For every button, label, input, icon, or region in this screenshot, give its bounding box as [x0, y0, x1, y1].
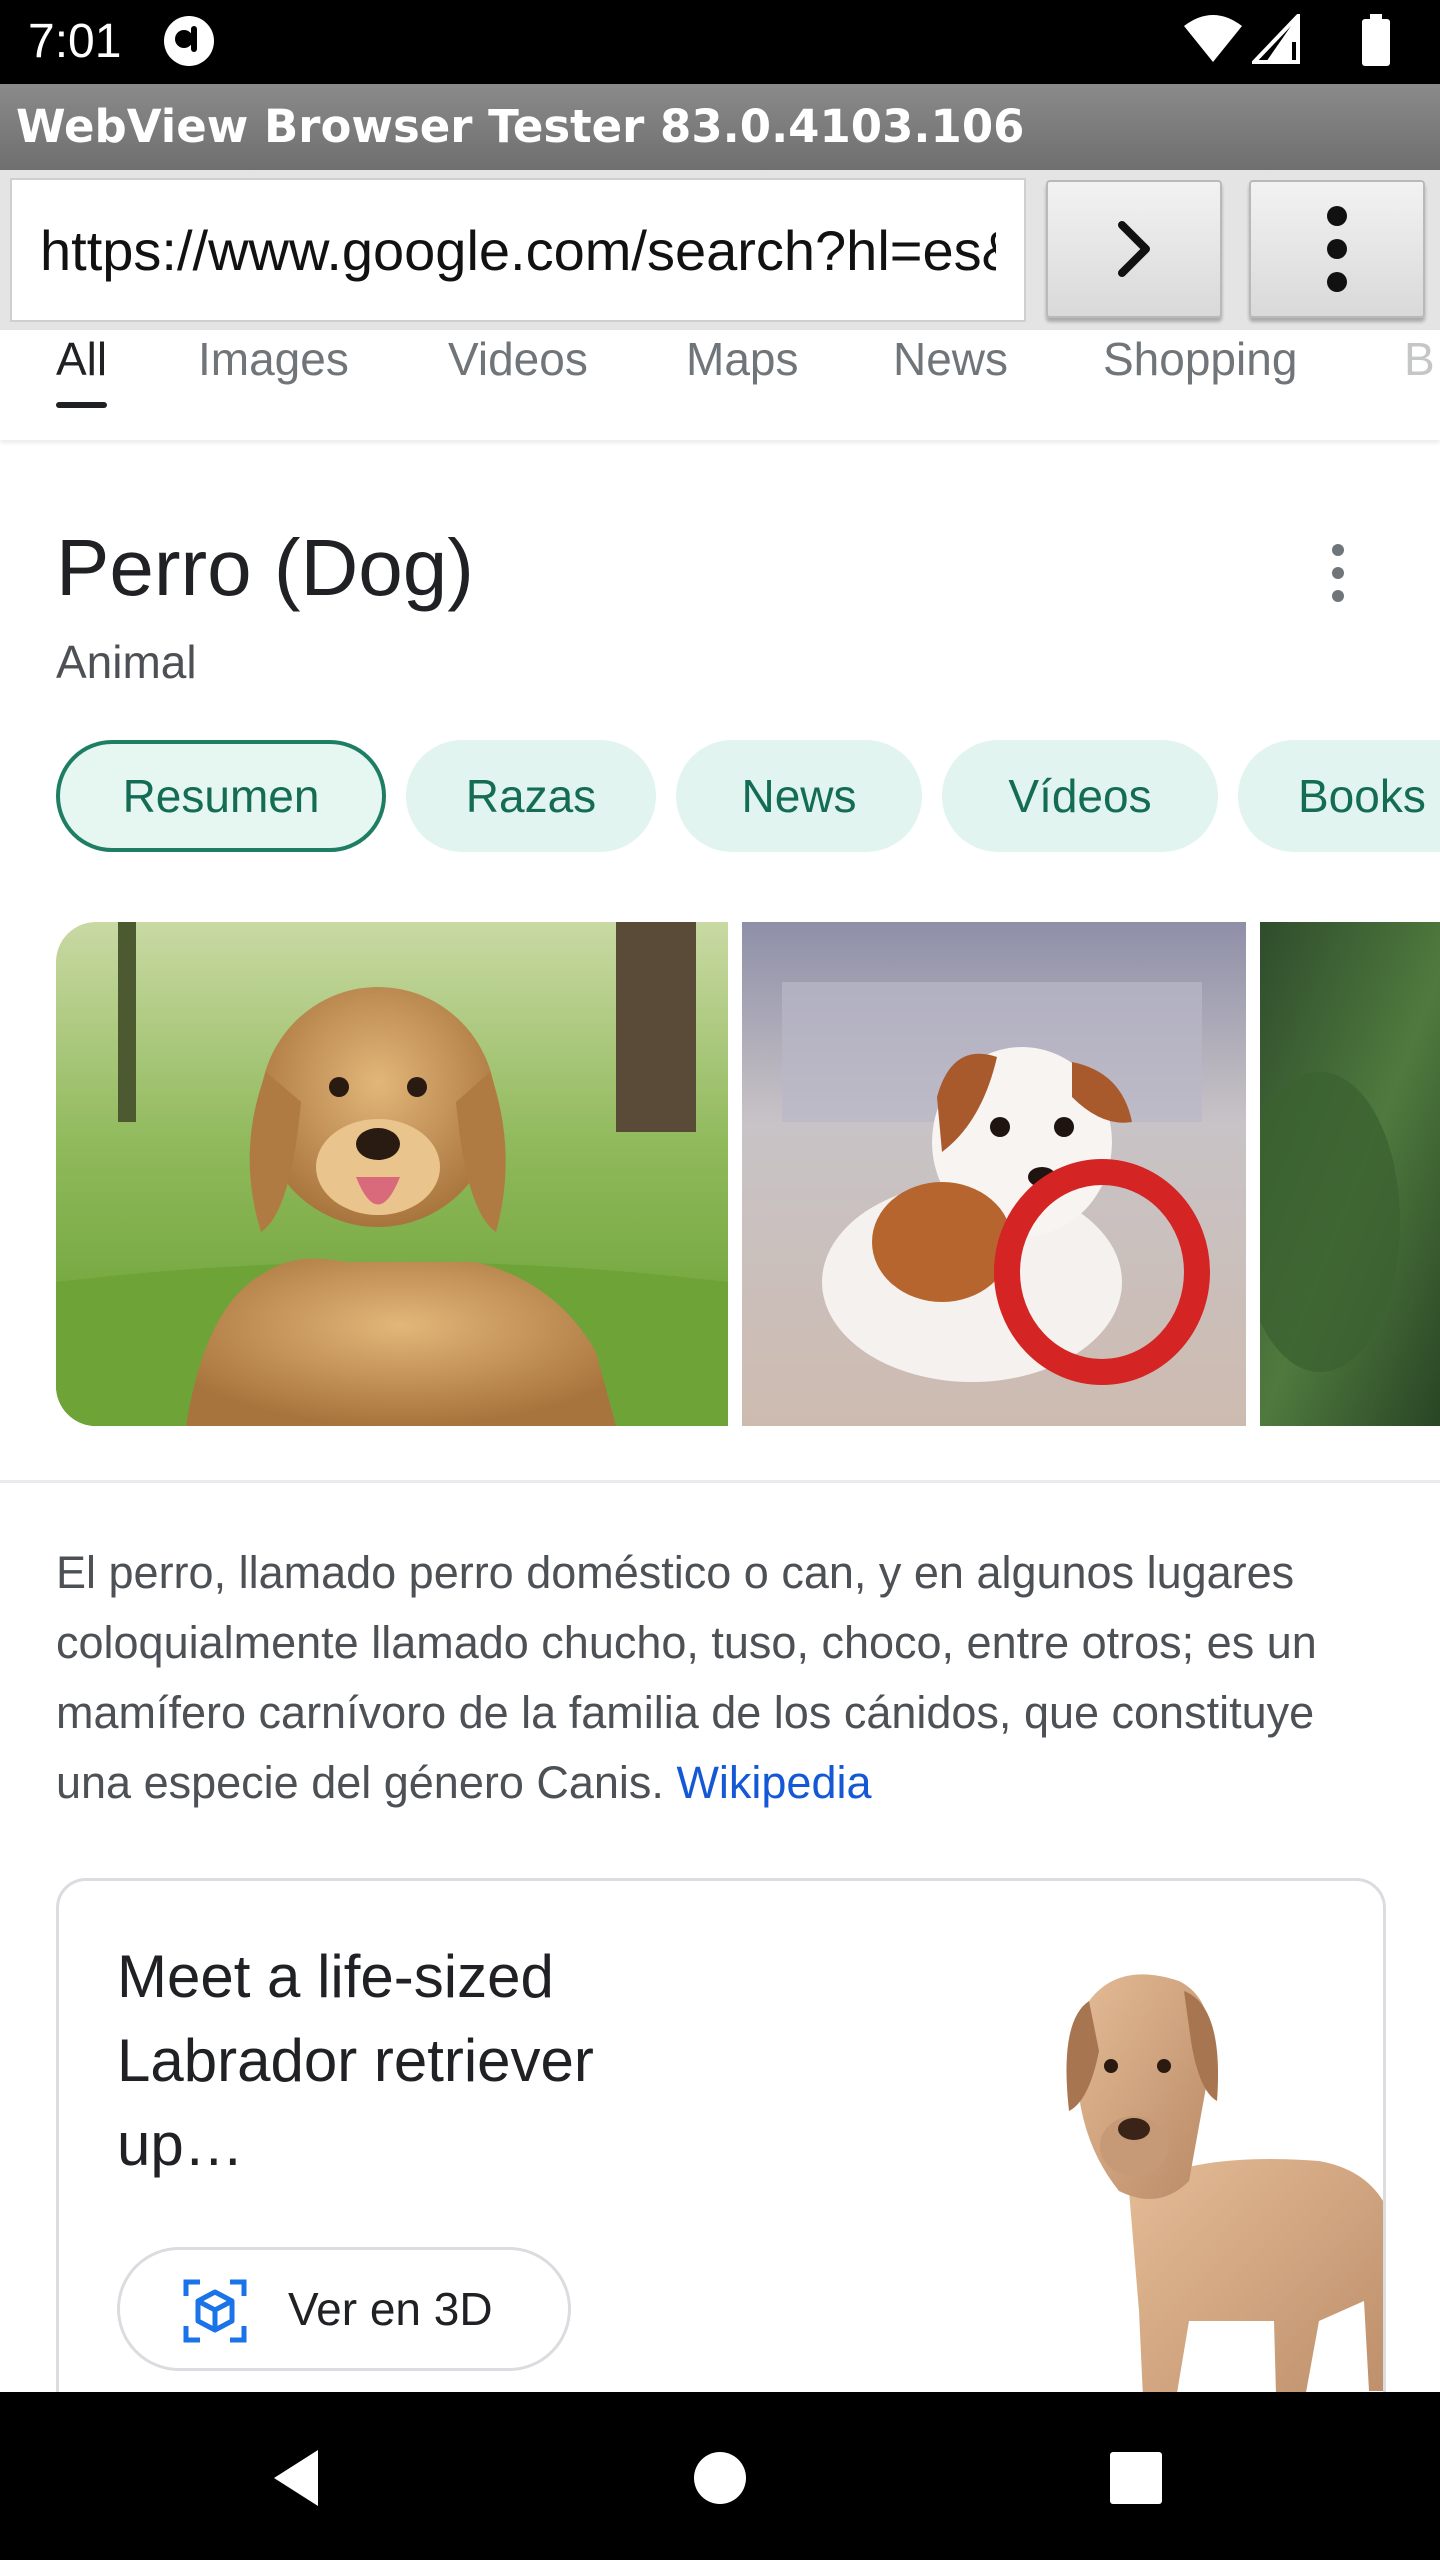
- 3d-cube-icon: [183, 2279, 247, 2343]
- home-icon[interactable]: [688, 2446, 752, 2510]
- chip-resumen[interactable]: Resumen: [56, 740, 386, 852]
- chip-books[interactable]: Books: [1238, 740, 1440, 852]
- url-toolbar: [0, 170, 1440, 330]
- tab-all[interactable]: All: [56, 330, 108, 430]
- partial-dog-photo[interactable]: [1260, 922, 1440, 1426]
- app-title: WebView Browser Tester 83.0.4103.106: [16, 100, 1025, 153]
- knowledge-panel-description: El perro, llamado perro doméstico o can,…: [56, 1538, 1386, 1818]
- tab-shopping[interactable]: Shopping: [1103, 330, 1297, 430]
- tab-images[interactable]: Images: [198, 330, 349, 430]
- back-icon[interactable]: [268, 2446, 332, 2510]
- image-carousel: [0, 922, 1440, 1426]
- cellular-signal-icon: [1252, 14, 1300, 64]
- overflow-menu-button[interactable]: [1249, 180, 1425, 318]
- puppy-with-ring-photo[interactable]: [742, 922, 1246, 1426]
- knowledge-panel-subtitle: Animal: [56, 636, 197, 688]
- tab-news[interactable]: News: [893, 330, 1008, 430]
- card-3d-title: Meet a life-sized Labrador retriever up…: [117, 1943, 594, 2178]
- recents-icon[interactable]: [1104, 2446, 1168, 2510]
- view-in-3d-button[interactable]: Ver en 3D: [117, 2247, 571, 2371]
- more-vertical-icon: [1327, 206, 1347, 292]
- wifi-icon: [1184, 15, 1242, 62]
- system-navigation-bar: [0, 2392, 1440, 2560]
- topic-chips: Resumen Razas News Vídeos Books: [0, 738, 1440, 854]
- url-input[interactable]: [10, 178, 1026, 322]
- chip-razas[interactable]: Razas: [406, 740, 656, 852]
- wikipedia-link[interactable]: Wikipedia: [676, 1757, 871, 1808]
- tab-books-partial[interactable]: B: [1404, 330, 1435, 430]
- more-options-icon[interactable]: [1318, 540, 1358, 606]
- golden-retriever-photo[interactable]: [56, 922, 728, 1426]
- search-tabs: All Images Videos Maps News Shopping B: [0, 330, 1440, 440]
- chevron-right-icon: [1118, 221, 1150, 277]
- status-bar: 7:01: [0, 0, 1440, 84]
- battery-icon: [1362, 14, 1390, 66]
- tab-videos[interactable]: Videos: [448, 330, 588, 430]
- chip-videos[interactable]: Vídeos: [942, 740, 1218, 852]
- app-notification-icon: [164, 16, 214, 66]
- section-divider: [0, 1480, 1440, 1483]
- status-time: 7:01: [28, 15, 122, 68]
- view-in-3d-label: Ver en 3D: [288, 2283, 493, 2335]
- app-title-bar: WebView Browser Tester 83.0.4103.106: [0, 84, 1440, 170]
- go-button[interactable]: [1046, 180, 1222, 318]
- tab-maps[interactable]: Maps: [686, 330, 798, 430]
- chip-news[interactable]: News: [676, 740, 922, 852]
- knowledge-panel-title: Perro (Dog): [56, 523, 474, 612]
